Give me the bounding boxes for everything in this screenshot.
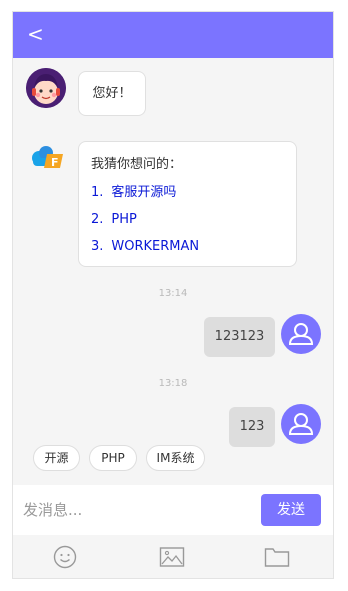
suggestion-list: 1. 客服开源吗 2. PHP 3. WORKERMAN [91,179,284,260]
suggestion-title: 我猜你想问的： [91,157,183,172]
suggestion-bubble: 我猜你想问的： 1. 客服开源吗 2. PHP 3. WORKERMAN [78,141,297,267]
greeting-bubble: 您好！ [78,71,146,116]
user-icon [288,323,314,345]
suggestion-item-3[interactable]: 3. WORKERMAN [91,233,284,260]
chat-window: < 您好！ F 我猜你想问的： 1. 客服开源吗 2. PHP 3. WORKE… [12,11,334,579]
user-message-2: 123 [229,407,275,447]
folder-icon[interactable] [264,545,290,569]
quick-tag-opensource[interactable]: 开源 [33,445,80,471]
back-button[interactable]: < [27,21,51,47]
emoji-icon[interactable] [53,545,79,569]
suggestion-item-1[interactable]: 1. 客服开源吗 [91,179,284,206]
image-icon[interactable] [159,545,185,569]
timestamp-1: 13:14 [158,288,188,299]
greeting-text: 您好！ [92,86,132,101]
quick-tag-php[interactable]: PHP [89,445,137,471]
user-message-1: 123123 [204,317,275,357]
user-avatar-2 [281,404,321,444]
quick-tag-im[interactable]: IM系统 [146,445,205,471]
timestamp-2: 13:18 [158,378,188,389]
user-icon [288,413,314,435]
bot-logo-icon: F [32,146,63,169]
bot-logo: F [27,142,67,182]
agent-avatar [26,68,66,108]
message-input[interactable] [23,495,253,525]
toolbar [13,535,333,578]
chat-header: < [13,12,333,58]
input-bar: 发送 [13,485,333,535]
user-avatar-1 [281,314,321,354]
send-button[interactable]: 发送 [261,494,321,526]
agent-avatar-icon [26,68,66,108]
svg-text:F: F [51,156,59,169]
suggestion-item-2[interactable]: 2. PHP [91,206,284,233]
